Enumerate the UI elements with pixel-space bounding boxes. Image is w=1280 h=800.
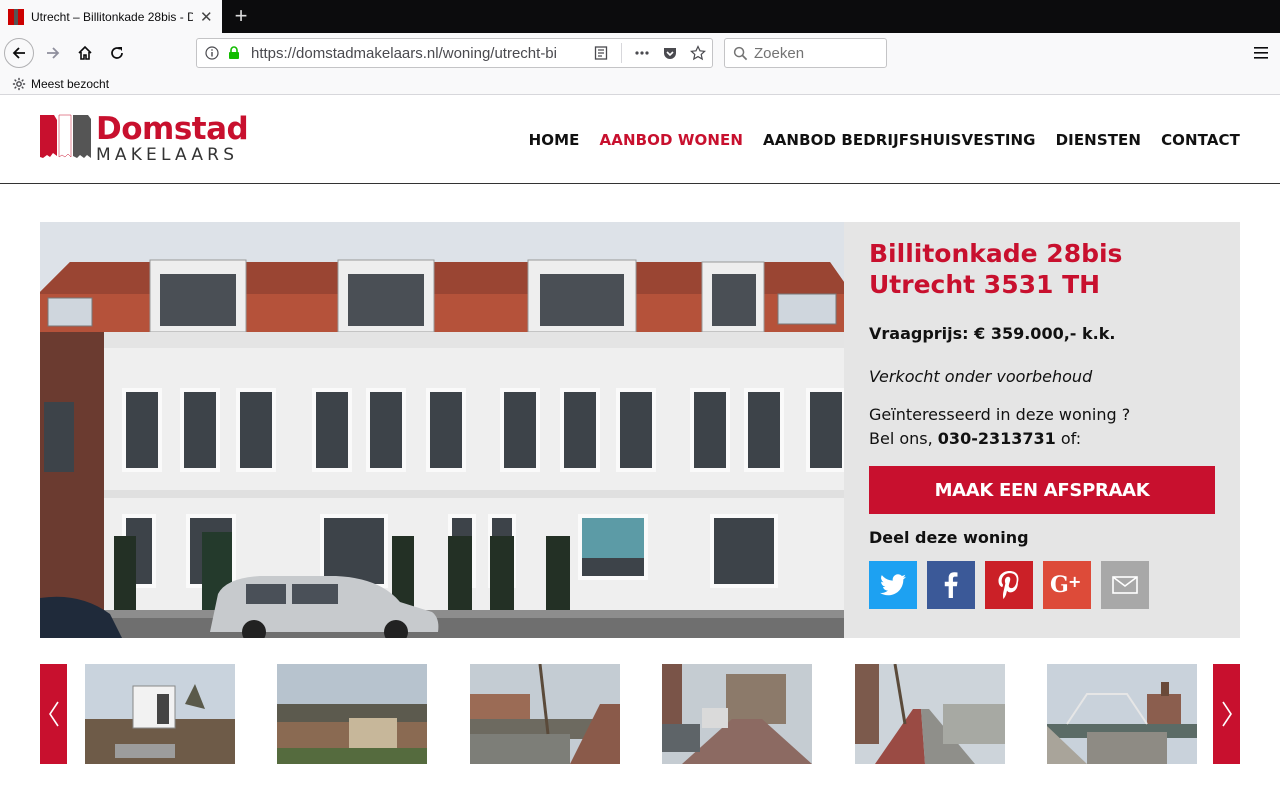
url-text[interactable]: https://domstadmakelaars.nl/woning/utrec… (251, 45, 556, 62)
interest-text-block: Geïnteresseerd in deze woning ? Bel ons,… (869, 403, 1215, 451)
home-icon (78, 45, 92, 60)
chevron-right-icon (1221, 701, 1232, 727)
svg-text:G: G (1050, 573, 1069, 597)
call-line: Bel ons, 030-2313731 of: (869, 427, 1215, 451)
site-header: Domstad MAKELAARS HOME AANBOD WONEN AANB… (0, 96, 1280, 184)
nav-aanbod-bedrijfshuisvesting[interactable]: AANBOD BEDRIJFSHUISVESTING (763, 131, 1036, 149)
share-google-plus-button[interactable]: G + (1043, 561, 1091, 609)
domstad-logo-mark-icon (40, 114, 91, 158)
reload-icon (111, 47, 123, 59)
share-twitter-button[interactable] (869, 561, 917, 609)
nav-home[interactable]: HOME (529, 131, 580, 149)
svg-text:+: + (1068, 573, 1081, 591)
carousel-next-button[interactable] (1213, 664, 1240, 764)
info-icon[interactable] (205, 46, 219, 60)
share-title: Deel deze woning (869, 528, 1029, 547)
forward-arrow-icon (47, 47, 60, 59)
chevron-left-icon (48, 701, 59, 727)
listing-price: Vraagprijs: € 359.000,- k.k. (869, 324, 1116, 343)
back-arrow-icon (12, 47, 25, 59)
search-icon (733, 46, 748, 60)
share-buttons: G + (869, 561, 1215, 609)
gear-icon (12, 77, 26, 90)
browser-tab[interactable]: Utrecht – Billitonkade 28bis - Domstad M… (0, 0, 222, 33)
bookmark-most-visited[interactable]: Meest bezocht (31, 77, 109, 91)
make-appointment-button[interactable]: MAAK EEN AFSPRAAK (869, 466, 1215, 514)
pocket-icon[interactable] (662, 45, 678, 61)
thumbnail-4[interactable] (662, 664, 812, 764)
main-navigation: HOME AANBOD WONEN AANBOD BEDRIJFSHUISVES… (529, 131, 1240, 149)
url-divider (621, 43, 622, 63)
thumbnail-photo-street (662, 664, 812, 764)
email-icon (1112, 576, 1138, 594)
share-email-button[interactable] (1101, 561, 1149, 609)
bookmarks-toolbar: Meest bezocht (0, 73, 1280, 95)
logo-title: Domstad (96, 111, 249, 147)
bookmark-star-icon[interactable] (690, 45, 706, 61)
url-bar[interactable]: https://domstadmakelaars.nl/woning/utrec… (196, 38, 713, 68)
thumbnail-3[interactable] (470, 664, 620, 764)
forward-button[interactable] (38, 38, 68, 68)
browser-toolbar: https://domstadmakelaars.nl/woning/utrec… (0, 33, 1280, 73)
thumbnail-photo-canal (470, 664, 620, 764)
tab-title: Utrecht – Billitonkade 28bis - Domstad M… (31, 9, 193, 24)
browser-tab-bar: Utrecht – Billitonkade 28bis - Domstad M… (0, 0, 1280, 33)
browser-menu-button[interactable] (1248, 38, 1274, 68)
secure-lock-icon[interactable] (227, 46, 241, 60)
twitter-icon (880, 574, 906, 596)
thumbnail-photo-rooftop (85, 664, 235, 764)
share-pinterest-button[interactable] (985, 561, 1033, 609)
nav-aanbod-wonen[interactable]: AANBOD WONEN (600, 131, 743, 149)
thumbnail-photo-bridge (1047, 664, 1197, 764)
logo-subtitle: MAKELAARS (96, 145, 239, 165)
facebook-icon (944, 572, 958, 598)
house-facade-image (40, 222, 844, 638)
thumbnail-6[interactable] (1047, 664, 1197, 764)
nav-contact[interactable]: CONTACT (1161, 131, 1240, 149)
google-plus-icon: G + (1050, 573, 1081, 597)
carousel-prev-button[interactable] (40, 664, 67, 764)
home-button[interactable] (70, 38, 100, 68)
call-suffix: of: (1060, 429, 1082, 448)
interest-question: Geïnteresseerd in deze woning ? (869, 405, 1131, 424)
reader-view-icon[interactable] (593, 45, 609, 61)
close-tab-icon[interactable]: ✕ (199, 8, 214, 26)
share-facebook-button[interactable] (927, 561, 975, 609)
nav-diensten[interactable]: DIENSTEN (1056, 131, 1141, 149)
phone-number[interactable]: 030-2313731 (938, 429, 1056, 448)
pinterest-icon (998, 571, 1019, 599)
main-property-photo[interactable] (40, 222, 844, 638)
call-prefix: Bel ons, (869, 429, 933, 448)
listing-address-line2: Utrecht 3531 TH (869, 270, 1101, 299)
listing-info-panel: Billitonkade 28bis Utrecht 3531 TH Vraag… (844, 222, 1240, 638)
back-button[interactable] (4, 38, 34, 68)
reload-button[interactable] (102, 38, 132, 68)
listing-status: Verkocht onder voorbehoud (869, 367, 1093, 386)
site-logo[interactable]: Domstad MAKELAARS (40, 111, 249, 165)
favicon-icon (8, 8, 24, 25)
thumbnail-photo-bike-path (855, 664, 1005, 764)
search-input[interactable] (754, 44, 874, 62)
thumbnail-1[interactable] (85, 664, 235, 764)
thumbnail-2[interactable] (277, 664, 427, 764)
search-bar[interactable] (724, 38, 887, 68)
new-tab-button[interactable]: + (228, 0, 254, 33)
more-actions-icon[interactable] (634, 45, 650, 61)
thumbnail-photo-gardens (277, 664, 427, 764)
hamburger-menu-icon (1254, 47, 1268, 59)
thumbnail-5[interactable] (855, 664, 1005, 764)
listing-address-line1: Billitonkade 28bis (869, 239, 1123, 268)
